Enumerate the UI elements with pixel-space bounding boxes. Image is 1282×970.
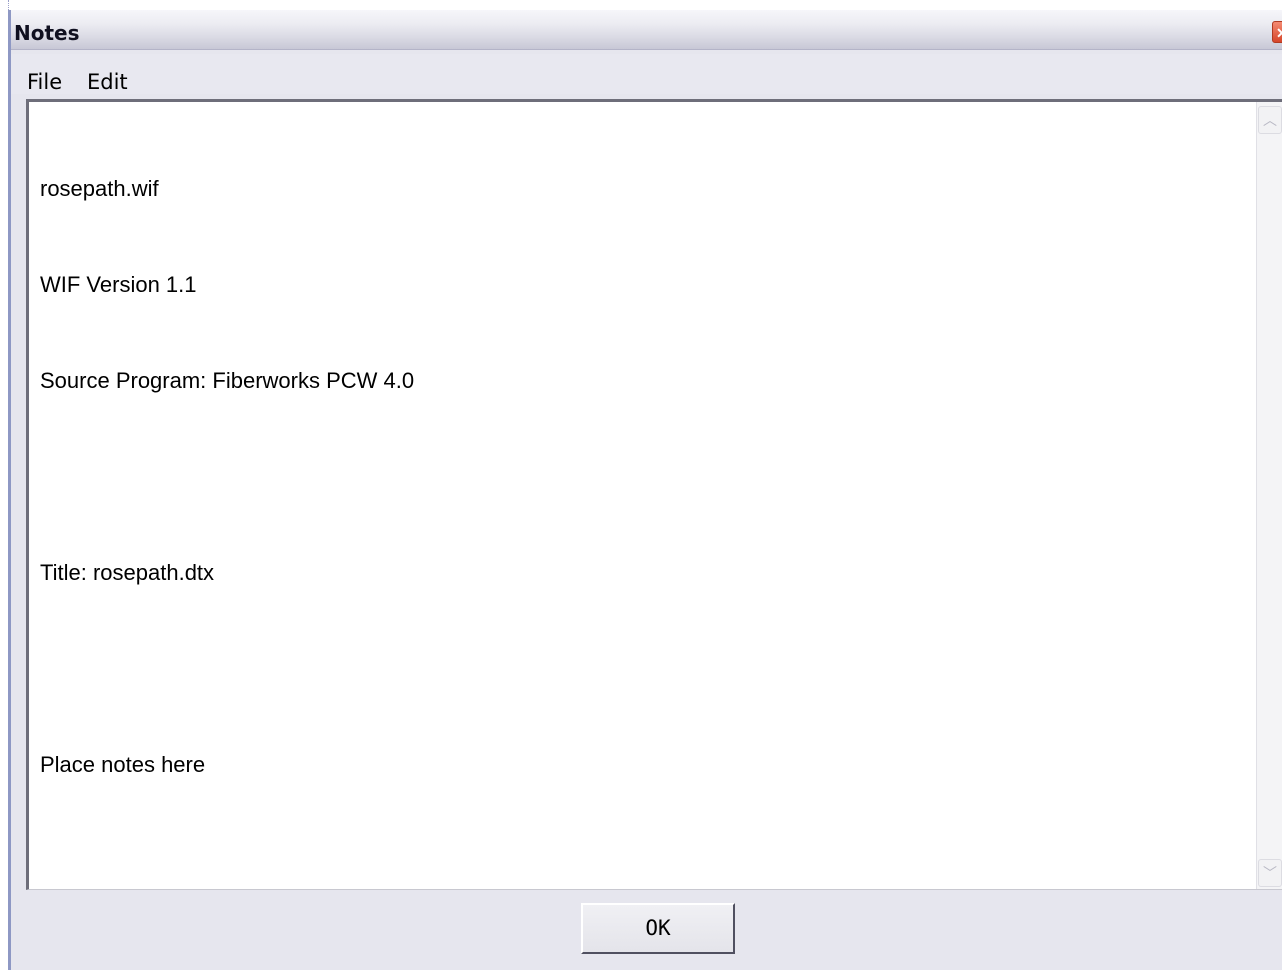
- notes-text: rosepath.wif WIF Version 1.1 Source Prog…: [40, 109, 414, 845]
- chevron-up-icon: ︿: [1263, 112, 1277, 128]
- scroll-up-button[interactable]: ︿: [1258, 106, 1282, 134]
- vertical-scrollbar[interactable]: ︿ ﹀: [1256, 102, 1282, 889]
- notes-line: Place notes here: [40, 752, 206, 777]
- menu-bar: File Edit: [11, 54, 1282, 94]
- chevron-down-icon: ﹀: [1263, 865, 1277, 881]
- notes-line: rosepath.wif: [40, 176, 159, 201]
- notes-line: [40, 461, 414, 493]
- menu-file[interactable]: File: [27, 70, 62, 94]
- notes-line: WIF Version 1.1: [40, 272, 197, 297]
- notes-line: Title: rosepath.dtx: [40, 560, 215, 585]
- close-button[interactable]: ✕: [1272, 21, 1282, 43]
- notes-line: [40, 653, 414, 685]
- title-bar[interactable]: Notes ✕: [11, 10, 1282, 50]
- window-title: Notes: [14, 21, 80, 45]
- notes-line: Source Program: Fiberworks PCW 4.0: [40, 368, 415, 393]
- screen: Notes ✕ File Edit rosepath.wif WIF Versi…: [0, 0, 1282, 970]
- notes-textarea[interactable]: rosepath.wif WIF Version 1.1 Source Prog…: [26, 99, 1282, 890]
- menu-edit[interactable]: Edit: [87, 70, 128, 94]
- scroll-down-button[interactable]: ﹀: [1258, 859, 1282, 887]
- close-icon: ✕: [1276, 25, 1282, 41]
- notes-dialog: Notes ✕ File Edit rosepath.wif WIF Versi…: [8, 10, 1282, 970]
- ok-button[interactable]: OK: [581, 903, 735, 954]
